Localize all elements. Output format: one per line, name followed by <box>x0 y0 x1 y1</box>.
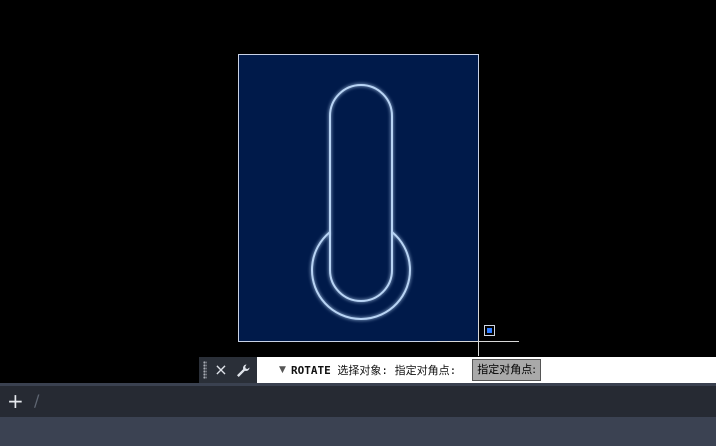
grip-handle-icon[interactable] <box>203 361 207 379</box>
crossing-selection-window <box>238 54 479 342</box>
tab-separator: / <box>34 391 40 410</box>
add-layout-icon[interactable]: + <box>7 389 24 413</box>
wrench-icon[interactable] <box>235 357 251 383</box>
command-text: ROTATE 选择对象: 指定对角点: <box>291 362 456 378</box>
command-input[interactable]: ▼ ROTATE 选择对象: 指定对角点: 指定对角点: <box>257 357 716 383</box>
pickbox-marker <box>487 328 492 333</box>
dynamic-input-tooltip: 指定对角点: <box>472 359 541 381</box>
cursor-pickbox <box>484 325 495 336</box>
command-line-tools: × <box>199 357 257 383</box>
layout-tab-bar: + / <box>0 383 716 417</box>
drawing-canvas[interactable] <box>0 0 716 383</box>
command-line: × ▼ ROTATE 选择对象: 指定对角点: 指定对角点: <box>199 357 716 383</box>
command-name: ROTATE <box>291 364 331 377</box>
command-history-dropdown-icon[interactable]: ▼ <box>279 365 289 375</box>
command-prompt: 选择对象: 指定对角点: <box>337 364 457 377</box>
crosshair-vertical <box>478 300 479 356</box>
status-bar <box>0 417 716 446</box>
close-icon[interactable]: × <box>213 357 229 383</box>
